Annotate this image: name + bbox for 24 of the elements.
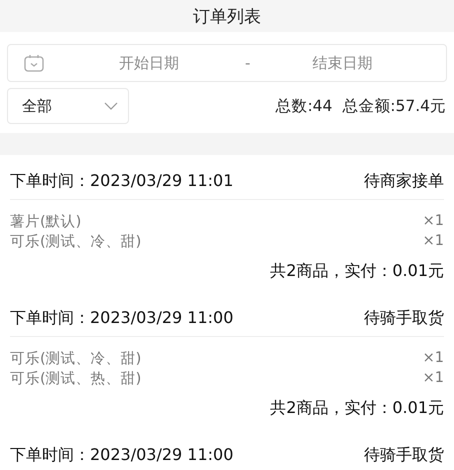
start-date-placeholder: 开始日期 [119, 54, 179, 72]
item-name: 可乐(测试、冷、甜) [10, 350, 142, 368]
end-date-placeholder: 结束日期 [312, 54, 372, 72]
order-time: 下单时间：2023/03/29 11:00 [10, 308, 234, 328]
order-total: 共2商品，实付：0.01元 [270, 398, 444, 418]
item-name: 薯片(默认) [10, 212, 82, 230]
item-name: 可乐(测试、热、甜) [10, 370, 142, 388]
item-quantity: ×1 [422, 370, 444, 386]
chevron-down-icon [104, 102, 118, 110]
order-time: 下单时间：2023/03/29 11:01 [10, 170, 234, 192]
item-quantity: ×1 [422, 213, 444, 229]
order-status: 待商家接单 [364, 170, 444, 192]
range-separator: - [245, 54, 250, 72]
status-dropdown[interactable]: 全部 [7, 88, 129, 124]
order-summary: 总数:44 总金额:57.4元 [275, 96, 446, 116]
order-time: 下单时间：2023/03/29 11:00 [10, 444, 234, 466]
page-title: 订单列表 [193, 6, 261, 28]
order-status: 待骑手取货 [364, 308, 444, 328]
order-status: 待骑手取货 [364, 444, 444, 466]
calendar-icon [24, 54, 44, 72]
order-total: 共2商品，实付：0.01元 [270, 260, 444, 282]
item-name: 可乐(测试、冷、甜) [10, 232, 142, 250]
item-quantity: ×1 [422, 233, 444, 249]
item-quantity: ×1 [422, 350, 444, 366]
